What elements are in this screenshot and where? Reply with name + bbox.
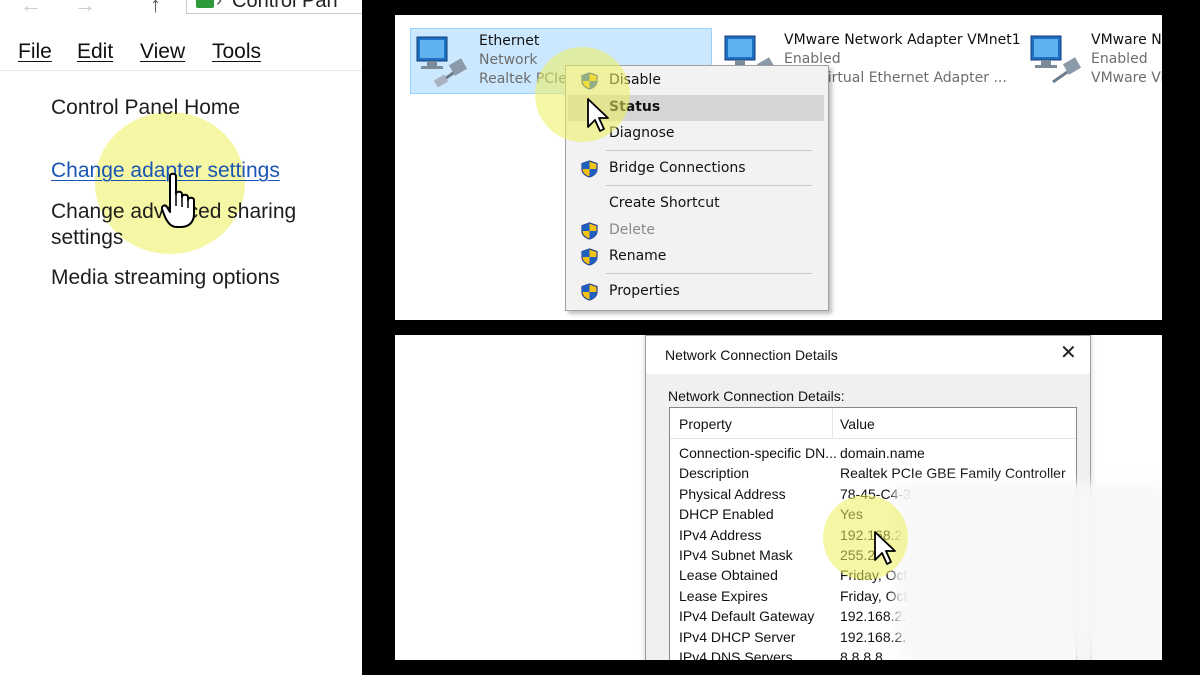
adapter-status: Enabled	[1091, 51, 1148, 67]
adapter-vmnet8-text: VMware Ne Enabled VMware Vir	[1091, 31, 1162, 88]
property-cell: IPv4 DNS Servers	[679, 649, 793, 660]
menu-item-label: Create Shortcut	[609, 195, 720, 211]
property-cell: Connection-specific DN...	[679, 445, 837, 461]
dialog-title: Network Connection Details	[665, 347, 838, 363]
property-cell: Lease Obtained	[679, 567, 778, 584]
up-arrow-icon[interactable]: ↑	[150, 0, 161, 14]
address-bar: ← → ↑ › Control Pan	[0, 0, 362, 14]
property-cell: IPv4 Subnet Mask	[679, 547, 793, 563]
menu-bar: File Edit View Tools	[0, 36, 362, 71]
menu-item-bridge[interactable]: Bridge Connections	[568, 156, 824, 182]
property-cell: IPv4 Address	[679, 526, 762, 543]
breadcrumb-control-panel[interactable]: Control Pan	[232, 0, 338, 13]
dialog-title-bar: Network Connection Details ✕	[646, 336, 1090, 374]
uac-shield-icon	[581, 283, 598, 301]
property-cell: Lease Expires	[679, 587, 768, 604]
menu-separator	[606, 150, 812, 151]
property-cell: Physical Address	[679, 485, 786, 502]
menu-item-label: Delete	[609, 222, 655, 238]
breadcrumb-chevron-icon: ›	[216, 0, 222, 10]
menu-item-rename[interactable]: Rename	[568, 244, 824, 270]
menu-view[interactable]: View	[140, 40, 185, 64]
control-panel-icon	[196, 0, 214, 8]
adapter-vmnet8[interactable]: VMware Ne Enabled VMware Vir	[1025, 28, 1162, 92]
click-highlight	[535, 47, 630, 142]
property-cell: DHCP Enabled	[679, 506, 774, 523]
menu-item-label: Properties	[609, 283, 680, 299]
menu-item-label: Diagnose	[609, 125, 675, 141]
property-cell: IPv4 DHCP Server	[679, 628, 796, 645]
network-adapter-icon	[416, 36, 467, 87]
adapter-name: Ethernet	[479, 33, 540, 49]
adapter-name: VMware Network Adapter VMnet1	[784, 32, 1021, 48]
forward-arrow-icon[interactable]: →	[74, 0, 96, 14]
control-panel-window: ← → ↑ › Control Pan File Edit View Tools…	[0, 0, 362, 675]
property-cell: IPv4 Default Gateway	[679, 608, 815, 625]
media-streaming-link[interactable]: Media streaming options	[51, 265, 280, 291]
menu-tools[interactable]: Tools	[212, 40, 261, 64]
details-panel: Network Connection Details ✕ Network Con…	[395, 335, 1162, 660]
hand-cursor-icon	[161, 172, 195, 228]
arrow-cursor-icon	[874, 531, 896, 565]
uac-shield-icon	[581, 248, 598, 266]
uac-shield-icon	[581, 160, 598, 178]
network-adapter-icon	[1030, 35, 1081, 84]
adapter-name: VMware Ne	[1091, 32, 1162, 48]
table-row[interactable]: Description Realtek PCIe GBE Family Contr…	[670, 465, 1076, 485]
column-divider[interactable]	[832, 408, 833, 438]
close-icon[interactable]: ✕	[1060, 342, 1077, 364]
menu-item-delete: Delete	[568, 218, 824, 244]
menu-separator	[606, 273, 812, 274]
details-caption: Network Connection Details:	[668, 388, 845, 404]
uac-shield-icon	[581, 222, 598, 240]
back-arrow-icon[interactable]: ←	[20, 0, 42, 14]
menu-item-label: Rename	[609, 248, 667, 264]
menu-separator	[606, 185, 812, 186]
control-panel-home-link[interactable]: Control Panel Home	[51, 95, 240, 121]
menu-edit[interactable]: Edit	[77, 40, 113, 64]
arrow-cursor-icon	[587, 98, 609, 132]
property-cell: Description	[679, 465, 750, 482]
network-connections-window: Ethernet Network Realtek PCIe G VMware N…	[395, 15, 1162, 320]
value-cell: domain.name	[840, 445, 925, 461]
column-header-property[interactable]: Property	[679, 416, 732, 432]
privacy-blur	[903, 485, 1162, 660]
value-cell: Realtek PCIe GBE Family Controller	[840, 465, 1066, 482]
menu-item-create-shortcut[interactable]: Create Shortcut	[568, 191, 824, 217]
column-header-value[interactable]: Value	[840, 416, 875, 432]
menu-item-label: Bridge Connections	[609, 160, 746, 176]
menu-item-properties[interactable]: Properties	[568, 279, 824, 305]
menu-file[interactable]: File	[18, 40, 52, 64]
list-header: Property Value	[670, 408, 1076, 439]
value-cell: 8.8.8.8	[840, 649, 883, 660]
table-row[interactable]: Connection-specific DN... domain.name	[670, 445, 1076, 465]
adapter-device: VMware Vir	[1091, 70, 1162, 86]
